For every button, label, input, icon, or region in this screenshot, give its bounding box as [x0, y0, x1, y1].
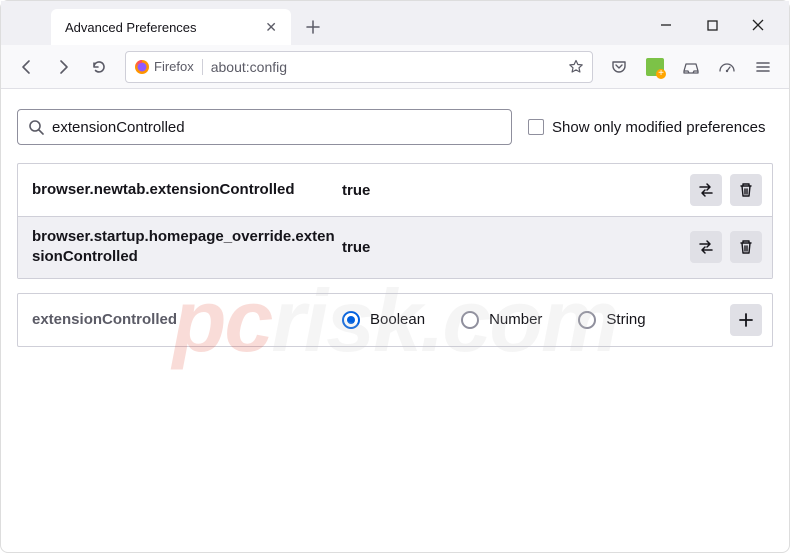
- radio-icon: [578, 311, 596, 329]
- new-tab-button[interactable]: [297, 11, 329, 43]
- pref-table: browser.newtab.extensionControlled true …: [17, 163, 773, 279]
- titlebar: Advanced Preferences ✕: [1, 1, 789, 45]
- window-controls: [643, 9, 781, 41]
- type-radio-group: Boolean Number String: [342, 311, 730, 329]
- pref-name: browser.newtab.extensionControlled: [32, 180, 342, 200]
- bookmark-star-icon[interactable]: [568, 59, 584, 75]
- identity-label: Firefox: [154, 59, 194, 74]
- pref-name: browser.startup.homepage_override.extens…: [32, 227, 342, 268]
- checkbox-icon: [528, 119, 544, 135]
- identity-box[interactable]: Firefox: [134, 59, 203, 75]
- inbox-button[interactable]: [675, 51, 707, 83]
- close-tab-icon[interactable]: ✕: [265, 19, 277, 36]
- pref-row: browser.newtab.extensionControlled true: [18, 164, 772, 217]
- delete-button[interactable]: [730, 231, 762, 263]
- forward-button[interactable]: [47, 51, 79, 83]
- minimize-button[interactable]: [643, 9, 689, 41]
- search-box[interactable]: [17, 109, 512, 145]
- pref-row: browser.startup.homepage_override.extens…: [18, 217, 772, 278]
- search-row: Show only modified preferences: [17, 109, 773, 145]
- pocket-button[interactable]: [603, 51, 635, 83]
- maximize-button[interactable]: [689, 9, 735, 41]
- dashboard-button[interactable]: [711, 51, 743, 83]
- radio-icon: [461, 311, 479, 329]
- toggle-button[interactable]: [690, 231, 722, 263]
- menu-button[interactable]: [747, 51, 779, 83]
- tab-title: Advanced Preferences: [65, 20, 197, 35]
- type-number-radio[interactable]: Number: [461, 311, 542, 329]
- radio-label: String: [606, 311, 645, 328]
- back-button[interactable]: [11, 51, 43, 83]
- toggle-button[interactable]: [690, 174, 722, 206]
- toolbar: Firefox: [1, 45, 789, 89]
- radio-label: Number: [489, 311, 542, 328]
- pref-value: true: [342, 239, 690, 256]
- search-icon: [28, 119, 44, 135]
- modified-only-checkbox-wrap[interactable]: Show only modified preferences: [528, 119, 765, 136]
- url-bar[interactable]: Firefox: [125, 51, 593, 83]
- pref-value: true: [342, 182, 690, 199]
- url-input[interactable]: [211, 59, 560, 75]
- new-pref-name: extensionControlled: [32, 311, 342, 328]
- new-pref-row: extensionControlled Boolean Number Strin…: [17, 293, 773, 347]
- type-string-radio[interactable]: String: [578, 311, 645, 329]
- firefox-logo-icon: [134, 59, 150, 75]
- modified-only-label: Show only modified preferences: [552, 119, 765, 136]
- browser-tab[interactable]: Advanced Preferences ✕: [51, 9, 291, 45]
- radio-label: Boolean: [370, 311, 425, 328]
- close-window-button[interactable]: [735, 9, 781, 41]
- content-area: Show only modified preferences browser.n…: [1, 89, 789, 363]
- add-pref-button[interactable]: [730, 304, 762, 336]
- delete-button[interactable]: [730, 174, 762, 206]
- reload-button[interactable]: [83, 51, 115, 83]
- extension-button[interactable]: [639, 51, 671, 83]
- type-boolean-radio[interactable]: Boolean: [342, 311, 425, 329]
- search-input[interactable]: [52, 119, 501, 136]
- radio-icon: [342, 311, 360, 329]
- extension-icon: [646, 58, 664, 76]
